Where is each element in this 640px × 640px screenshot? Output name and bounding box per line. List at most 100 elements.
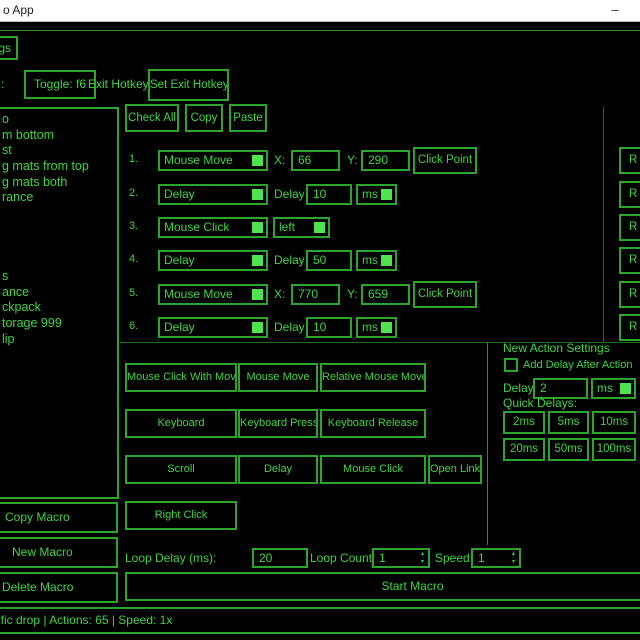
remove-action-button[interactable]: R [619, 314, 640, 341]
settings-delay-unit-select[interactable]: ms [591, 378, 636, 399]
add-delay-checkbox[interactable] [504, 358, 518, 372]
macro-list-item[interactable]: ckpack [2, 300, 117, 316]
remove-action-button[interactable]: R [619, 214, 640, 241]
x-input[interactable]: 66 [291, 150, 340, 171]
macro-list-item[interactable]: rance [2, 190, 117, 206]
spinner-arrows-icon[interactable]: ▴▾ [421, 550, 424, 566]
add-scroll-button[interactable]: Scroll [125, 455, 237, 484]
add-right-click-button[interactable]: Right Click [125, 501, 237, 530]
action-type-select[interactable]: Delay [158, 317, 268, 338]
tab-settings[interactable]: gs [0, 36, 18, 60]
add-relative-mouse-move-button[interactable]: Relative Mouse Move [320, 363, 426, 392]
dropdown-square-icon [252, 289, 263, 300]
macro-list-item[interactable]: lip [2, 332, 117, 348]
copy-macro-button[interactable]: Copy Macro [0, 502, 118, 533]
row-number: 1. [129, 153, 138, 165]
loop-count-stepper[interactable]: 1 ▴▾ [372, 548, 430, 568]
macro-list-item[interactable]: g mats from top [2, 159, 117, 175]
delay-unit-select[interactable]: ms [356, 317, 397, 338]
quick-delay-50ms-button[interactable]: 50ms [548, 438, 589, 461]
remove-label-fragment: R [629, 216, 637, 239]
app-window: o App – gs : Toggle: f6 Exit Hotkey: Set… [0, 0, 640, 640]
macro-list-item[interactable]: o [2, 112, 117, 128]
dropdown-square-icon [252, 155, 263, 166]
delete-macro-button[interactable]: Delete Macro [0, 572, 118, 603]
add-mouse-click-button[interactable]: Mouse Click [320, 455, 426, 484]
add-keyboard-release-button[interactable]: Keyboard Release [320, 409, 426, 438]
add-open-link-button[interactable]: Open Link [428, 455, 482, 484]
remove-label-fragment: R [629, 249, 637, 272]
add-delay-button[interactable]: Delay [238, 455, 318, 484]
delay-label: Delay [274, 320, 305, 334]
new-macro-label: New Macro [12, 539, 73, 566]
settings-delay-unit-value: ms [597, 381, 613, 395]
quick-delay-10ms-button[interactable]: 10ms [592, 411, 636, 434]
delay-input[interactable]: 10 [306, 317, 352, 338]
macro-list-item[interactable] [2, 253, 117, 269]
action-type-value: Mouse Move [164, 287, 233, 301]
click-point-button[interactable]: Click Point [413, 147, 477, 174]
row-number: 4. [129, 253, 138, 265]
dropdown-square-icon [252, 255, 263, 266]
toggle-hotkey-button[interactable]: Toggle: f6 [24, 70, 96, 99]
action-type-select[interactable]: Mouse Click [158, 217, 268, 238]
delay-label: Delay [274, 253, 305, 267]
delay-input[interactable]: 50 [306, 250, 352, 271]
quick-delay-2ms-button[interactable]: 2ms [503, 411, 545, 434]
y-input[interactable]: 290 [361, 150, 410, 171]
action-type-select[interactable]: Delay [158, 250, 268, 271]
check-all-button[interactable]: Check All [125, 104, 179, 132]
macro-list-item[interactable] [2, 206, 117, 222]
settings-divider-line [487, 343, 488, 545]
minimize-button[interactable]: – [600, 0, 630, 22]
paste-button[interactable]: Paste [229, 104, 267, 132]
action-type-select[interactable]: Mouse Move [158, 150, 268, 171]
remove-action-button[interactable]: R [619, 281, 640, 308]
copy-button[interactable]: Copy [185, 104, 223, 132]
row-number: 6. [129, 320, 138, 332]
quick-delay-20ms-button[interactable]: 20ms [503, 438, 545, 461]
x-label: X: [274, 153, 285, 167]
remove-action-button[interactable]: R [619, 247, 640, 274]
remove-label-fragment: R [629, 316, 637, 339]
loop-delay-input[interactable]: 20 [252, 548, 308, 568]
macro-list-item[interactable]: ance [2, 285, 117, 301]
settings-title: New Action Settings [503, 341, 610, 355]
new-macro-button[interactable]: New Macro [0, 537, 118, 568]
macro-list[interactable]: o m bottom st g mats from top g mats bot… [0, 107, 119, 499]
speed-stepper[interactable]: 1 ▴▾ [471, 548, 521, 568]
quick-delay-5ms-button[interactable]: 5ms [548, 411, 589, 434]
x-input[interactable]: 770 [291, 284, 340, 305]
action-type-select[interactable]: Mouse Move [158, 284, 268, 305]
set-exit-hotkey-button[interactable]: Set Exit Hotkey [148, 69, 229, 101]
mouse-button-select[interactable]: left [273, 217, 330, 238]
delay-unit-select[interactable]: ms [356, 250, 397, 271]
spinner-arrows-icon[interactable]: ▴▾ [512, 550, 515, 566]
action-type-select[interactable]: Delay [158, 184, 268, 205]
macro-list-item[interactable] [2, 238, 117, 254]
statusbar: ific drop | Actions: 65 | Speed: 1x [0, 607, 640, 634]
macro-list-item[interactable]: s [2, 269, 117, 285]
y-input[interactable]: 659 [361, 284, 410, 305]
macro-list-item[interactable]: st [2, 143, 117, 159]
add-keyboard-button[interactable]: Keyboard [125, 409, 237, 438]
macro-list-item[interactable] [2, 222, 117, 238]
macro-list-item[interactable]: g mats both [2, 175, 117, 191]
add-mouse-click-with-move-button[interactable]: Mouse Click With Move [125, 363, 237, 392]
add-keyboard-press-button[interactable]: Keyboard Press [238, 409, 318, 438]
click-point-button[interactable]: Click Point [413, 281, 477, 308]
add-mouse-move-button[interactable]: Mouse Move [238, 363, 318, 392]
macro-list-item[interactable]: torage 999 [2, 316, 117, 332]
dropdown-square-icon [381, 322, 392, 333]
speed-label: Speed: [435, 548, 473, 568]
statusbar-text: ific drop | Actions: 65 | Speed: 1x [0, 609, 172, 632]
remove-action-button[interactable]: R [619, 181, 640, 208]
delay-unit-select[interactable]: ms [356, 184, 397, 205]
start-macro-button[interactable]: Start Macro [125, 572, 640, 601]
quick-delay-100ms-button[interactable]: 100ms [592, 438, 636, 461]
remove-action-button[interactable]: R [619, 147, 640, 174]
exit-hotkey-label: Exit Hotkey: [88, 70, 152, 99]
add-delay-checkbox-label: Add Delay After Action [523, 358, 632, 372]
delay-input[interactable]: 10 [306, 184, 352, 205]
macro-list-item[interactable]: m bottom [2, 128, 117, 144]
